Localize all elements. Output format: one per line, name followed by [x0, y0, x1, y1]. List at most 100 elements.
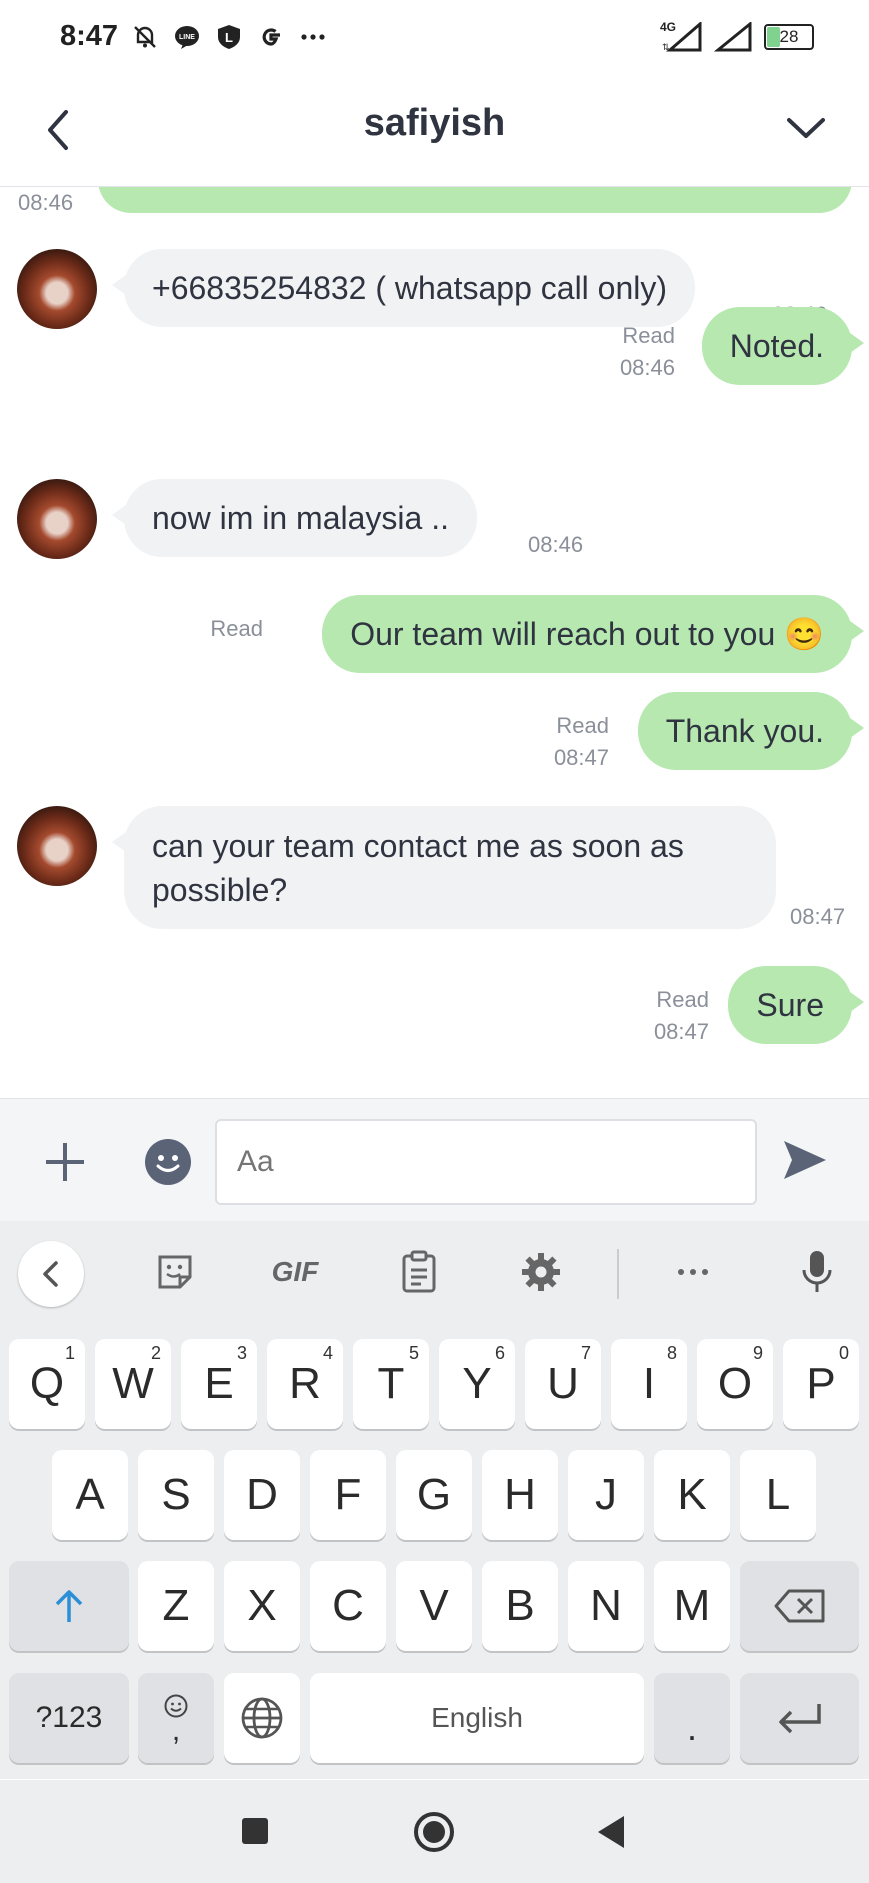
key-p[interactable]: P0: [783, 1339, 859, 1429]
battery-level: 28: [779, 27, 799, 46]
menu-toggle-button[interactable]: [781, 100, 831, 160]
key-q[interactable]: Q1: [9, 1339, 85, 1429]
sticker-button[interactable]: [150, 1247, 200, 1297]
key-k[interactable]: K: [654, 1450, 730, 1540]
key-h[interactable]: H: [482, 1450, 558, 1540]
voice-input-button[interactable]: [792, 1247, 842, 1297]
l-app-icon: L: [214, 22, 244, 52]
send-icon: [784, 1141, 826, 1179]
key-z[interactable]: Z: [138, 1561, 214, 1651]
battery-icon: 28: [764, 24, 814, 50]
read-status: Read 08:46: [619, 323, 675, 380]
key-a[interactable]: A: [52, 1450, 128, 1540]
emoji-button[interactable]: [145, 1139, 191, 1185]
composer-bar: [0, 1098, 869, 1221]
backspace-icon: [774, 1589, 824, 1623]
on-screen-keyboard: GIF Q1 W2 E3 R4 T5 Y6 U7 I8 O9 P0 A S D …: [0, 1221, 869, 1779]
message-bubble-incoming[interactable]: can your team contact me as soon as poss…: [112, 806, 776, 929]
read-status: Read 08:47: [553, 713, 609, 770]
system-navigation-bar: [0, 1780, 869, 1883]
key-e[interactable]: E3: [181, 1339, 257, 1429]
key-r[interactable]: R4: [267, 1339, 343, 1429]
bell-muted-icon: [130, 22, 160, 52]
message-bubble-outgoing[interactable]: Sure: [728, 966, 864, 1044]
clipboard-button[interactable]: [394, 1247, 444, 1297]
key-i[interactable]: I8: [611, 1339, 687, 1429]
recent-apps-button[interactable]: [242, 1818, 268, 1844]
keyboard-toolbar: GIF: [0, 1221, 869, 1321]
gear-icon: [522, 1253, 560, 1291]
chat-header: safiyish: [0, 78, 869, 187]
key-w[interactable]: W2: [95, 1339, 171, 1429]
space-key[interactable]: English: [310, 1673, 644, 1763]
system-icons: 4G ⇅ 28: [660, 20, 814, 52]
key-j[interactable]: J: [568, 1450, 644, 1540]
emoji-comma-key[interactable]: ,: [138, 1673, 214, 1763]
key-s[interactable]: S: [138, 1450, 214, 1540]
clipboard-icon: [402, 1250, 436, 1293]
more-options-button[interactable]: [668, 1247, 718, 1297]
status-bar: 8:47 LINE L 4G ⇅ 28: [0, 0, 869, 78]
symbols-key[interactable]: ?123: [9, 1673, 129, 1763]
comma-label: ,: [171, 1714, 181, 1747]
enter-key[interactable]: [740, 1673, 859, 1763]
key-f[interactable]: F: [310, 1450, 386, 1540]
key-t[interactable]: T5: [353, 1339, 429, 1429]
message-bubble-outgoing[interactable]: [98, 187, 852, 213]
message-bubble-incoming[interactable]: +66835254832 ( whatsapp call only): [111, 249, 696, 327]
gif-button[interactable]: GIF: [265, 1247, 325, 1297]
signal-2-icon: [714, 22, 752, 52]
key-n[interactable]: N: [568, 1561, 644, 1651]
system-back-button[interactable]: [598, 1816, 624, 1848]
more-icon: [678, 1269, 708, 1275]
message-text: can your team contact me as soon as poss…: [152, 827, 684, 908]
key-g[interactable]: G: [396, 1450, 472, 1540]
contact-avatar[interactable]: [17, 249, 97, 329]
home-button[interactable]: [414, 1812, 454, 1852]
key-o[interactable]: O9: [697, 1339, 773, 1429]
key-y[interactable]: Y6: [439, 1339, 515, 1429]
read-status: Read: [210, 616, 263, 641]
add-attachment-button[interactable]: [42, 1139, 88, 1185]
shift-key[interactable]: [9, 1561, 129, 1651]
send-button[interactable]: [780, 1137, 830, 1183]
settings-button[interactable]: [516, 1247, 566, 1297]
toolbar-divider: [617, 1249, 619, 1299]
chat-title: safiyish: [363, 102, 506, 144]
message-text: Our team will reach out to you 😊: [350, 616, 824, 652]
line-app-icon: LINE: [172, 22, 202, 52]
key-d[interactable]: D: [224, 1450, 300, 1540]
message-input[interactable]: [215, 1119, 757, 1205]
svg-text:LINE: LINE: [179, 34, 195, 41]
smiley-icon: [156, 1155, 180, 1172]
period-key[interactable]: .: [654, 1673, 730, 1763]
key-x[interactable]: X: [224, 1561, 300, 1651]
key-u[interactable]: U7: [525, 1339, 601, 1429]
key-v[interactable]: V: [396, 1561, 472, 1651]
gif-label: GIF: [271, 1256, 319, 1287]
message-list[interactable]: 08:46 +66835254832 ( whatsapp call only)…: [0, 187, 869, 1097]
message-bubble-outgoing[interactable]: Thank you.: [637, 692, 865, 770]
message-time: 08:46: [528, 532, 584, 557]
enter-icon: [778, 1704, 821, 1734]
notification-icons: LINE L: [130, 22, 328, 52]
more-notifications-icon: [298, 22, 328, 52]
key-m[interactable]: M: [654, 1561, 730, 1651]
key-c[interactable]: C: [310, 1561, 386, 1651]
message-time: 08:46: [18, 190, 74, 215]
backspace-key[interactable]: [740, 1561, 859, 1651]
message-text: Noted.: [729, 328, 824, 364]
message-text: now im in malaysia ..: [152, 500, 449, 536]
key-l[interactable]: L: [740, 1450, 816, 1540]
sticker-icon: [158, 1255, 192, 1289]
message-text: Sure: [756, 987, 824, 1023]
message-bubble-incoming[interactable]: now im in malaysia ..: [112, 479, 477, 557]
contact-avatar[interactable]: [17, 479, 97, 559]
contact-avatar[interactable]: [17, 806, 97, 886]
message-bubble-outgoing[interactable]: Noted.: [701, 307, 865, 385]
message-bubble-outgoing[interactable]: Our team will reach out to you 😊: [322, 595, 864, 673]
key-b[interactable]: B: [482, 1561, 558, 1651]
toolbar-collapse-button[interactable]: [18, 1241, 84, 1307]
message-text: +66835254832 ( whatsapp call only): [152, 270, 668, 306]
language-key[interactable]: [224, 1673, 300, 1763]
